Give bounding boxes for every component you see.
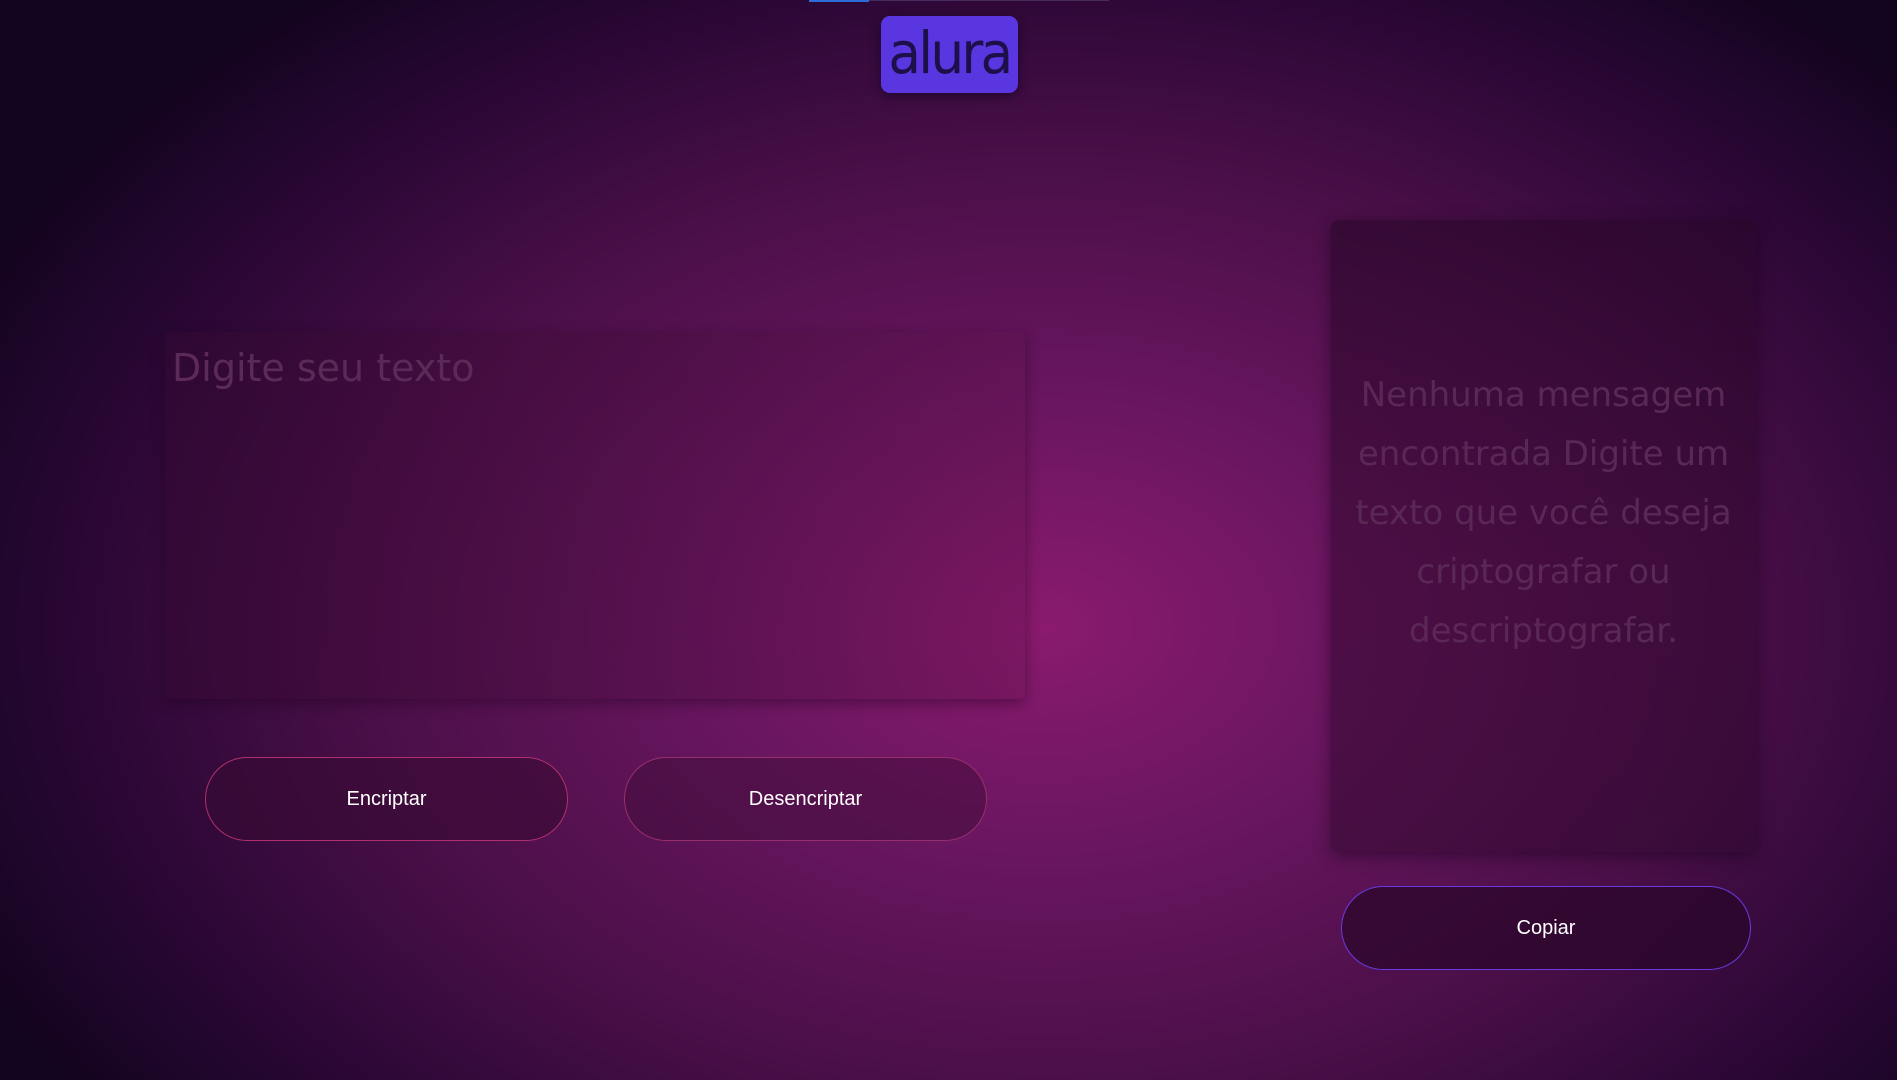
encrypt-button-label: Encriptar	[346, 787, 427, 810]
alura-logo: alura	[881, 16, 1018, 93]
logo-text: alura	[888, 18, 1013, 87]
empty-output-message: Nenhuma mensagem encontrada Digite um te…	[1355, 375, 1732, 651]
decrypt-button[interactable]: Desencriptar	[624, 757, 987, 841]
decrypt-button-label: Desencriptar	[748, 787, 863, 810]
copy-button-label: Copiar	[1516, 916, 1576, 939]
message-input[interactable]	[165, 332, 1025, 699]
encrypt-button[interactable]: Encriptar	[205, 757, 568, 841]
top-divider	[869, 0, 1109, 1]
text-input-area	[165, 332, 1025, 699]
copy-button[interactable]: Copiar	[1341, 886, 1751, 970]
output-panel: Nenhuma mensagem encontrada Digite um te…	[1331, 220, 1756, 852]
top-accent-bar	[809, 0, 869, 2]
